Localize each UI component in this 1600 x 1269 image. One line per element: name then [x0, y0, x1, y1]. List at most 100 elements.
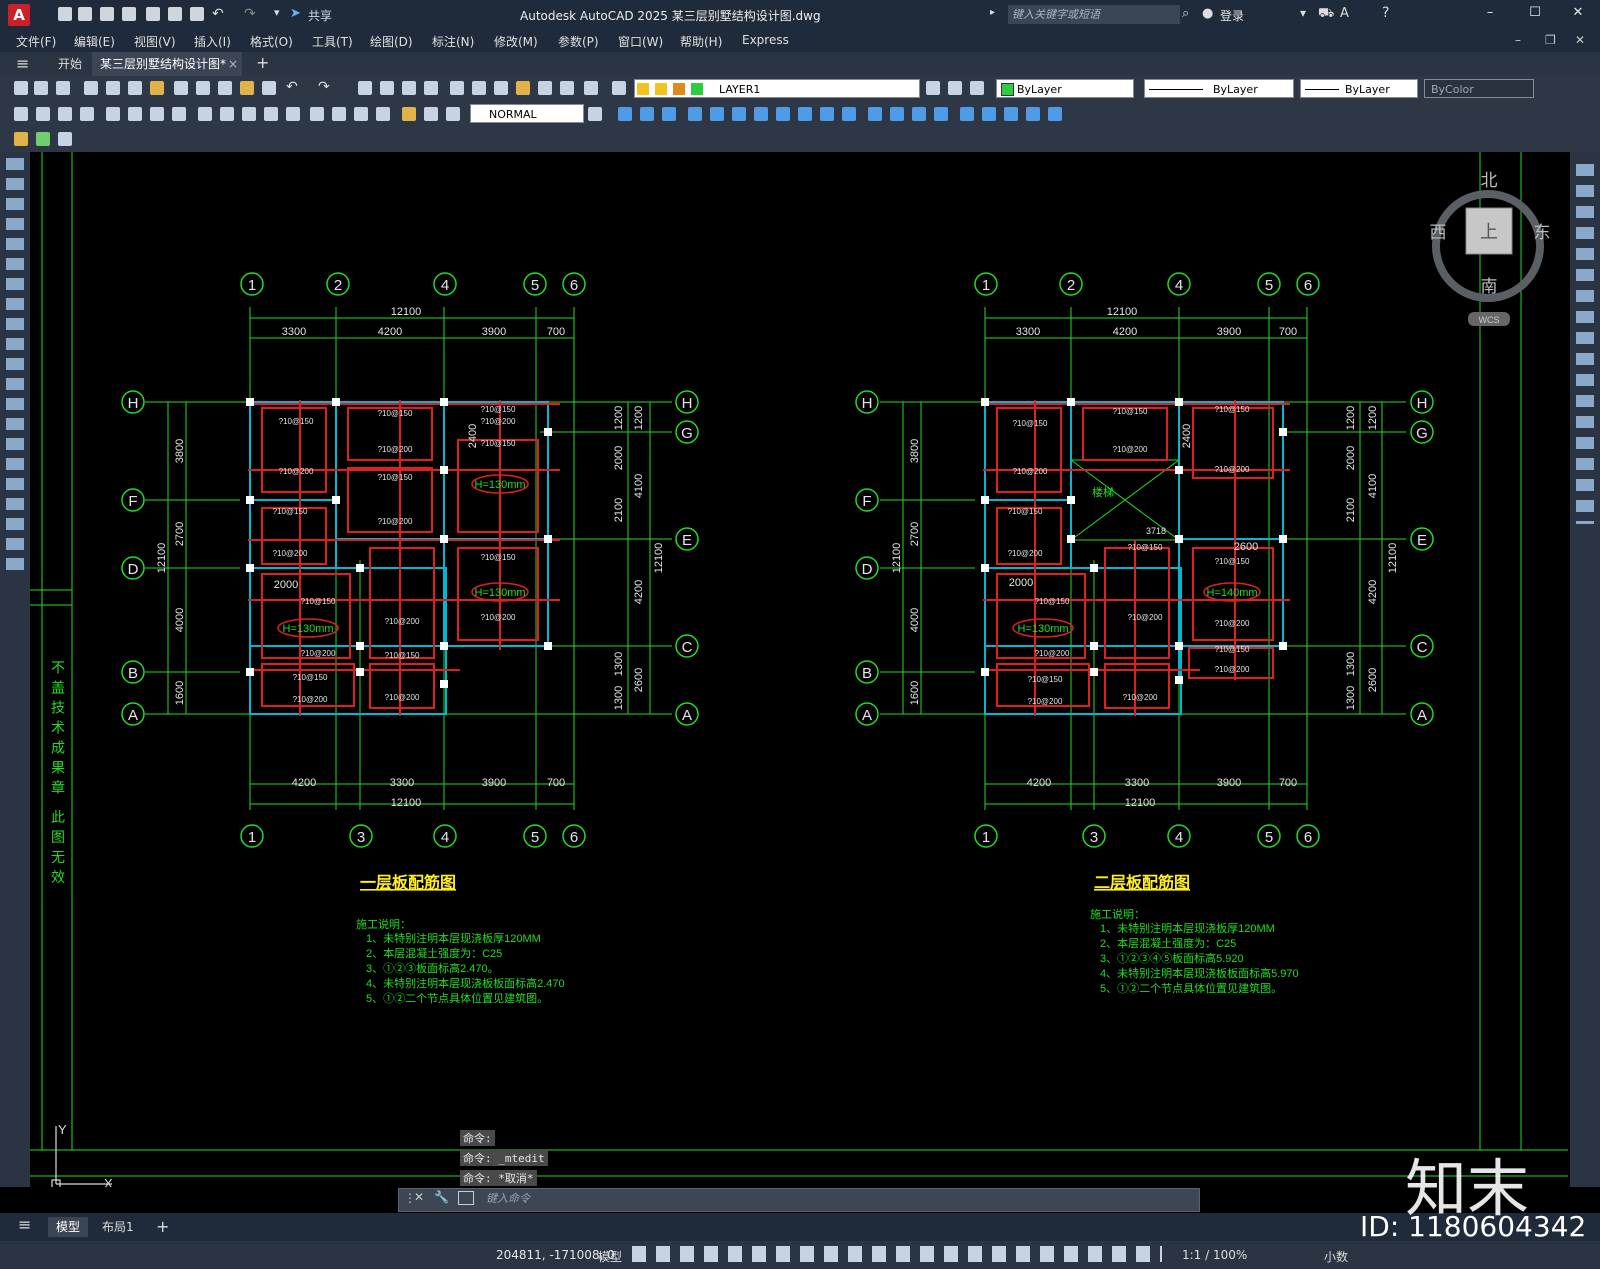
layout-icon[interactable]	[14, 132, 28, 146]
center-mark-icon[interactable]	[332, 107, 346, 121]
doc-restore-button[interactable]: ❐	[1545, 33, 1556, 47]
tab-drawing[interactable]: 某三层别墅结构设计图* ×	[92, 52, 242, 76]
dropdown-icon[interactable]: ▾	[1300, 6, 1306, 20]
3d-wedge-icon[interactable]	[640, 107, 654, 121]
print-icon[interactable]	[84, 81, 98, 95]
customize-wrench-icon[interactable]: 🔧	[434, 1190, 449, 1204]
baseline-dim-icon[interactable]	[220, 107, 234, 121]
new-file-icon[interactable]	[58, 7, 72, 21]
cart-icon[interactable]: ⛟	[1318, 6, 1334, 23]
ordinate-dim-icon[interactable]	[80, 107, 94, 121]
doc-minimize-button[interactable]: –	[1515, 33, 1521, 47]
design-center-icon[interactable]	[472, 81, 486, 95]
delete-faces-icon[interactable]	[820, 107, 834, 121]
share-icon[interactable]: ➤	[290, 6, 301, 21]
copy-faces-icon[interactable]	[1004, 107, 1018, 121]
doc-close-button[interactable]: ✕	[1575, 33, 1585, 47]
units-setting[interactable]: 小数	[1324, 1248, 1348, 1265]
hamburger-menu-icon[interactable]: ≡	[16, 54, 29, 73]
new-icon[interactable]	[14, 81, 28, 95]
save-icon[interactable]	[100, 7, 114, 21]
angular-dim-icon[interactable]	[172, 107, 186, 121]
move-faces-icon[interactable]	[776, 107, 790, 121]
search-icon[interactable]: ⌕	[1182, 6, 1189, 21]
command-input[interactable]: 键入命令	[486, 1190, 530, 1206]
lineweight-dropdown[interactable]: ByLayer	[1300, 79, 1418, 98]
inspection-icon[interactable]	[354, 107, 368, 121]
layer-previous-icon[interactable]	[948, 81, 962, 95]
check-icon[interactable]	[934, 107, 948, 121]
extract-edges-icon[interactable]	[1048, 107, 1062, 121]
menu-view[interactable]: 视图(V)	[134, 33, 176, 50]
3d-cone-icon[interactable]	[662, 107, 676, 121]
close-button[interactable]: ✕	[1568, 5, 1588, 20]
dim-edit-icon[interactable]	[402, 107, 416, 121]
extrude-faces-icon[interactable]	[754, 107, 768, 121]
undo-icon[interactable]: ↶	[212, 6, 224, 22]
menu-draw[interactable]: 绘图(D)	[370, 33, 413, 50]
draw-tools-icon[interactable]	[6, 158, 24, 578]
offset-faces-icon[interactable]	[798, 107, 812, 121]
quick-dim-icon[interactable]	[198, 107, 212, 121]
help-icon[interactable]	[584, 81, 598, 95]
properties-icon[interactable]	[450, 81, 464, 95]
arc-length-icon[interactable]	[58, 107, 72, 121]
layout-menu-icon[interactable]: ≡	[18, 1215, 31, 1234]
publish-icon[interactable]	[128, 81, 142, 95]
pan-icon[interactable]	[358, 81, 372, 95]
search-expand-icon[interactable]: ▸	[990, 7, 995, 18]
menu-insert[interactable]: 插入(I)	[194, 33, 231, 50]
plot-icon[interactable]	[168, 7, 182, 21]
make-current-layer-icon[interactable]	[926, 81, 940, 95]
menu-parametric[interactable]: 参数(P)	[558, 33, 599, 50]
user-icon[interactable]: ●	[1202, 6, 1213, 21]
open-file-icon[interactable]	[78, 7, 92, 21]
subtract-icon[interactable]	[710, 107, 724, 121]
taper-faces-icon[interactable]	[1026, 107, 1040, 121]
redo-icon[interactable]: ↷	[318, 79, 330, 95]
plotstyle-dropdown[interactable]: ByColor	[1424, 79, 1534, 98]
3d-print-icon[interactable]	[150, 81, 164, 95]
search-input[interactable]: 键入关键字或短语	[1008, 5, 1180, 24]
viewcube[interactable]: 上 北 南 西 东 WCS	[1430, 171, 1551, 326]
menu-file[interactable]: 文件(F)	[16, 33, 56, 50]
markup-icon[interactable]	[538, 81, 552, 95]
color-faces-icon[interactable]	[982, 107, 996, 121]
color-dropdown[interactable]: ByLayer	[996, 79, 1134, 98]
maximize-button[interactable]: ☐	[1525, 5, 1545, 20]
tab-start[interactable]: 开始	[48, 52, 92, 76]
tool-palettes-icon[interactable]	[494, 81, 508, 95]
layer-dropdown[interactable]: LAYER1	[634, 79, 920, 98]
menu-help[interactable]: 帮助(H)	[680, 33, 722, 50]
modify-tools-icon[interactable]	[1576, 164, 1594, 524]
continue-dim-icon[interactable]	[242, 107, 256, 121]
menu-dimension[interactable]: 标注(N)	[432, 33, 474, 50]
block-editor-icon[interactable]	[262, 81, 276, 95]
annotation-scale[interactable]: 1:1 / 100%	[1182, 1248, 1247, 1262]
dim-space-icon[interactable]	[264, 107, 278, 121]
match-properties-icon[interactable]	[240, 81, 254, 95]
menu-format[interactable]: 格式(O)	[250, 33, 293, 50]
layer-properties-icon[interactable]	[612, 81, 626, 95]
dim-style-icon[interactable]	[588, 107, 602, 121]
linear-dim-icon[interactable]	[14, 107, 28, 121]
dim-update-icon[interactable]	[446, 107, 460, 121]
zoom-realtime-icon[interactable]	[380, 81, 394, 95]
undo-icon[interactable]: ↶	[286, 79, 298, 95]
add-layout-button[interactable]: +	[148, 1217, 177, 1237]
jogged-dim-icon[interactable]	[128, 107, 142, 121]
command-prompt-icon[interactable]	[458, 1191, 474, 1205]
separate-icon[interactable]	[890, 107, 904, 121]
minimize-button[interactable]: –	[1480, 5, 1500, 20]
sheet-icon[interactable]	[36, 132, 50, 146]
tab-close-icon[interactable]: ×	[228, 52, 238, 76]
drafting-aids-icons[interactable]	[632, 1246, 1162, 1262]
save-as-icon[interactable]	[122, 7, 136, 21]
model-space-button[interactable]: 模型	[598, 1248, 622, 1265]
menu-window[interactable]: 窗口(W)	[618, 33, 663, 50]
autodesk-app-icon[interactable]: A	[1340, 6, 1349, 21]
quick-access-dropdown-icon[interactable]: ▾	[274, 6, 280, 19]
paste-icon[interactable]	[218, 81, 232, 95]
clean-icon[interactable]	[912, 107, 926, 121]
sheet-set-icon[interactable]	[516, 81, 530, 95]
